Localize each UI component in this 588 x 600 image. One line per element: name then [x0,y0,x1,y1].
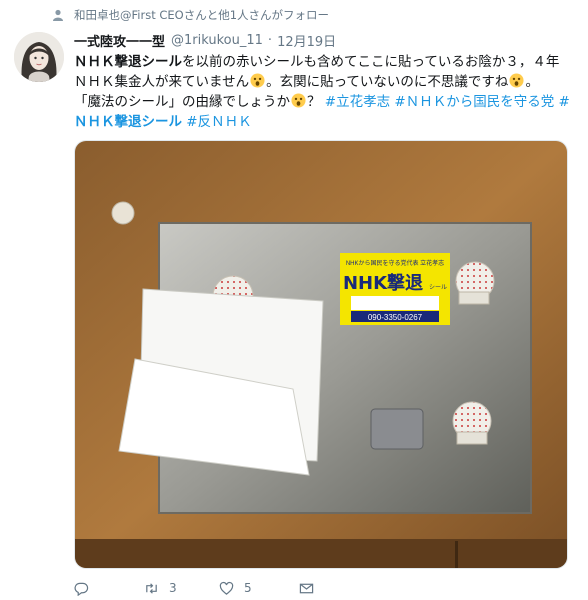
social-context-text: 和田卓也@First CEOさんと他1人さんがフォロー [74,8,330,22]
tweet-header: 一式陸攻一一型 @1rikukou_11 · 12月19日 [74,31,336,50]
header-separator: · [267,32,273,48]
hashtag-nhk-sticker[interactable]: ＮＨＫ撃退シール [74,114,182,130]
tweet-actions: 3 5 [74,578,374,598]
sticker-top-text: NHKから国民を守る党代表 立花孝志 [346,259,444,267]
panel-edge [75,539,567,568]
dm-button[interactable] [299,581,339,596]
astonished-face-emoji-icon [509,73,524,88]
tweet-text-3b: ？ [307,94,321,110]
tweet-text-2b: 。玄関に貼っていないのに不思議ですね [266,74,509,90]
panel-divider [455,541,458,568]
tweet-line-4: ＮＨＫ撃退シール #反ＮＨＫ [74,112,584,132]
hashtag-anti-nhk[interactable]: #反ＮＨＫ [186,114,251,130]
hashtag-tachibana[interactable]: #立花孝志 [325,94,390,110]
hashtag-nhk-sticker-prefix[interactable]: # [559,94,570,110]
tweet-line-3: 「魔法のシール」の由縁でしょうか ？ #立花孝志 #ＮＨＫから国民を守る党 # [74,92,584,112]
tweet-text: ＮＨＫ撃退シールを以前の赤いシールも含めてここに貼っているお陰か３，４年 ＮＨＫ… [74,52,584,132]
tweet-photo[interactable]: NHKから国民を守る党代表 立花孝志 NHK撃退 シール 090-3350-02… [74,140,568,569]
like-count: 5 [244,581,252,595]
heart-icon [219,581,234,595]
social-context[interactable]: 和田卓也@First CEOさんと他1人さんがフォロー [52,6,329,24]
sticker-phone-text: 090-3350-0267 [368,313,423,322]
astonished-face-emoji-icon [291,93,306,108]
astonished-face-emoji-icon [250,73,265,88]
retweet-icon [146,582,157,594]
reply-icon [74,582,89,596]
sticker-name-text: ＮＨＫ撃退シール [74,54,182,70]
author-handle[interactable]: @1rikukou_11 [171,33,263,48]
hashtag-nhk-party[interactable]: #ＮＨＫから国民を守る党 [394,94,554,110]
author-name[interactable]: 一式陸攻一一型 [74,31,165,50]
tweet-text-2c: 。 [525,74,539,90]
metal-clip [370,408,424,450]
sticker: NHKから国民を守る党代表 立花孝志 NHK撃退 シール 090-3350-02… [340,253,450,325]
tweet-date[interactable]: 12月19日 [277,31,336,50]
wall-knob [111,201,135,225]
tweet-text-3a: 「魔法のシール」の由縁でしょうか [74,94,290,110]
reply-button[interactable] [74,581,144,596]
retweet-button[interactable]: 3 [144,581,219,596]
avatar[interactable] [14,32,64,82]
sticker-side-text: シール [429,284,447,291]
tweet-text-2a: ＮＨＫ集金人が来ていません [74,74,250,90]
envelope-icon [299,583,314,593]
paper-clip-magnet [452,401,492,445]
sticker-main-text: NHK撃退 [343,272,423,294]
like-button[interactable]: 5 [219,581,299,596]
tweet-text-1: を以前の赤いシールも含めてここに貼っているお陰か３，４年 [182,54,560,70]
person-icon [53,9,63,21]
paper-clip-magnet [455,261,495,305]
retweet-count: 3 [169,581,177,595]
tweet-line-1: ＮＨＫ撃退シールを以前の赤いシールも含めてここに貼っているお陰か３，４年 [74,52,584,72]
tweet-line-2: ＮＨＫ集金人が来ていません 。玄関に貼っていないのに不思議ですね。 [74,72,584,92]
